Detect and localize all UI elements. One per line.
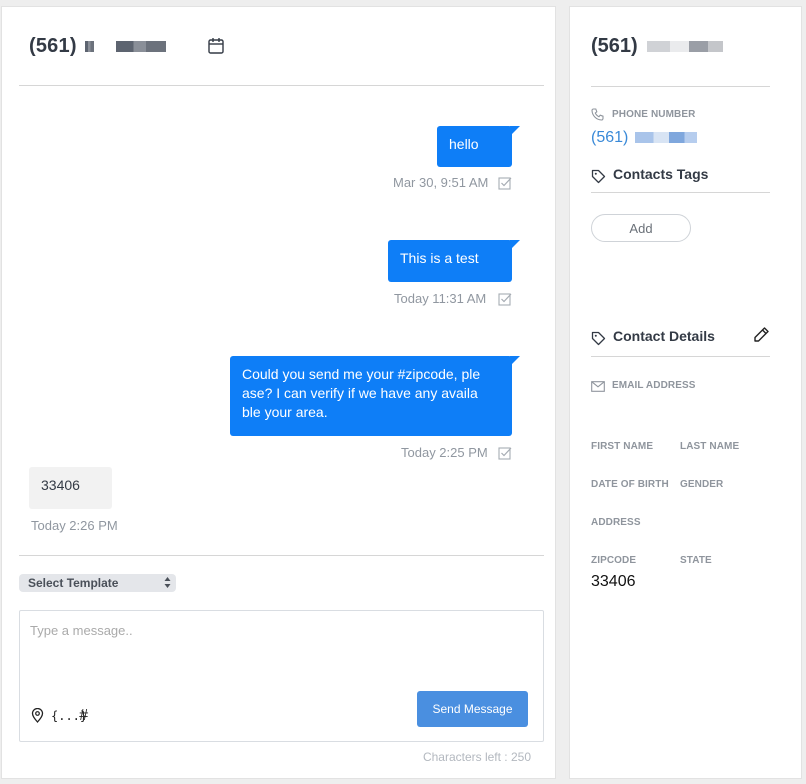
contact-title-text: (561) [591, 35, 638, 57]
message-text: This is a test [400, 250, 479, 266]
tag-icon [591, 169, 606, 184]
select-arrows-icon [164, 577, 171, 588]
template-select[interactable]: Select Template [19, 574, 176, 592]
phone-number-label: PHONE NUMBER [612, 109, 696, 120]
divider [591, 86, 770, 87]
redacted-number [647, 41, 724, 53]
message-time: Today 2:25 PM [401, 445, 488, 460]
state-label: STATE [680, 555, 712, 566]
date-of-birth-label: DATE OF BIRTH [591, 479, 669, 490]
message-text-line: ase? I can verify if we have any availa [242, 385, 478, 401]
message-text-line: ble your area. [242, 404, 328, 420]
message-text: 33406 [41, 477, 80, 493]
phone-icon [591, 108, 604, 121]
mail-icon [591, 381, 605, 392]
edit-pencil-icon[interactable] [753, 326, 770, 343]
delivered-check-icon [498, 293, 512, 306]
phone-number-text: (561) [591, 129, 629, 146]
zipcode-value: 33406 [591, 573, 636, 590]
message-compose-box: {...} # Send Message [19, 610, 544, 742]
incoming-message: 33406 [29, 467, 112, 509]
delivered-check-icon [498, 177, 512, 190]
contact-details-label: Contact Details [613, 328, 715, 344]
template-select-label: Select Template [28, 576, 119, 590]
contact-phone-title: (561) [591, 35, 724, 58]
chat-panel: (561) hello Mar 30, 9:51 AM This is a te… [1, 6, 556, 779]
first-name-label: FIRST NAME [591, 441, 654, 452]
location-pin-icon[interactable] [31, 708, 44, 723]
gender-label: GENDER [680, 479, 724, 490]
outgoing-message: Could you send me your #zipcode, ple ase… [230, 356, 520, 436]
tag-icon [591, 331, 606, 346]
address-label: ADDRESS [591, 517, 641, 528]
message-text: hello [449, 136, 479, 152]
delivered-check-icon [498, 447, 512, 460]
message-time: Today 11:31 AM [394, 291, 487, 306]
phone-number-link[interactable]: (561) [591, 129, 697, 147]
characters-left: Characters left : 250 [422, 750, 531, 764]
redacted-number [634, 132, 697, 144]
message-time: Today 2:26 PM [31, 518, 118, 533]
zipcode-label: ZIPCODE [591, 555, 637, 566]
contacts-tags-header: Contacts Tags [591, 166, 770, 193]
contact-details-header: Contact Details [591, 326, 770, 357]
last-name-label: LAST NAME [680, 441, 740, 452]
message-input[interactable] [30, 623, 530, 683]
contact-panel: (561) PHONE NUMBER (561) Contacts Tags A… [569, 6, 802, 779]
message-text-line: Could you send me your #zipcode, ple [242, 366, 481, 382]
email-address-label: EMAIL ADDRESS [612, 380, 696, 391]
outgoing-message: hello [437, 126, 520, 167]
chat-title-text: (561) [29, 35, 77, 57]
compose-divider [19, 555, 544, 556]
send-message-button[interactable]: Send Message [417, 691, 528, 727]
redacted-number [85, 41, 95, 53]
calendar-icon[interactable] [207, 37, 225, 55]
hashtag-icon[interactable]: # [79, 707, 88, 725]
chat-phone-title: (561) [29, 35, 167, 58]
contacts-tags-label: Contacts Tags [613, 166, 709, 182]
outgoing-message: This is a test [388, 240, 520, 282]
message-time: Mar 30, 9:51 AM [393, 175, 489, 190]
chat-header: (561) [19, 7, 544, 86]
redacted-number [116, 41, 167, 53]
add-tag-button[interactable]: Add [591, 214, 691, 242]
